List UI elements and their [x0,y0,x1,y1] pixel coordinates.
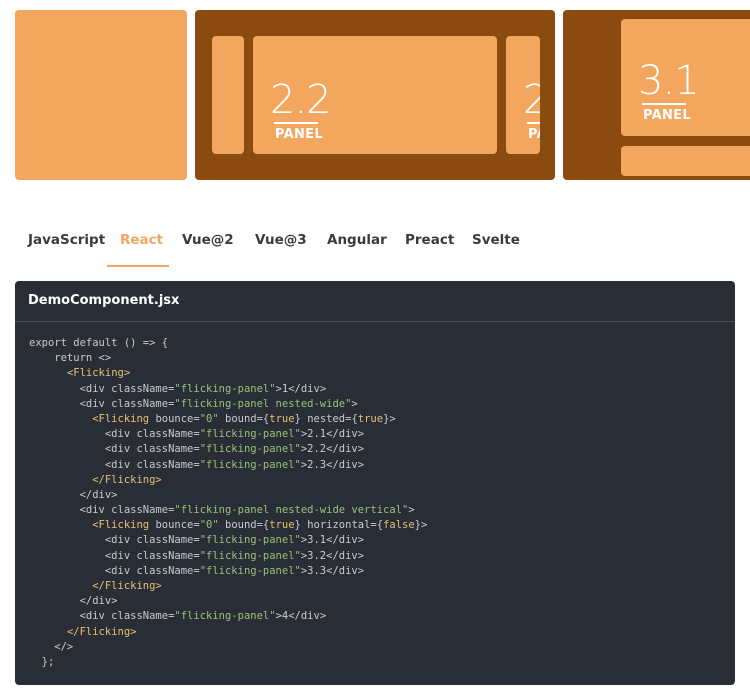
code-line: <div className="flicking-panel nested-wi… [29,504,415,517]
flicking-demo[interactable]: 2.2 PANEL 2.3 PANEL 3.1 PANEL [0,0,750,190]
code-line: <div className="flicking-panel">2.3</div… [29,458,365,471]
tab-preact[interactable]: Preact [405,215,454,265]
flicking-panel-2-3[interactable]: 2.3 PANEL [506,36,540,154]
code-line: </div> [29,488,118,501]
panel-divider [642,103,686,105]
tab-vue2[interactable]: Vue@2 [182,215,234,265]
code-line: <Flicking> [66,367,131,380]
panel-number: 2.3 [523,77,540,123]
tab-angular[interactable]: Angular [327,215,387,265]
flicking-panel-3-1[interactable]: 3.1 PANEL [621,19,750,136]
active-tab-indicator [107,265,169,267]
code-body[interactable]: export default () => { return <> <Flicki… [29,336,427,670]
code-line: <Flicking bounce="0" bound={true} nested… [92,412,396,425]
tab-react[interactable]: React [120,215,163,265]
flicking-panel-nested-wide-vertical[interactable]: 3.1 PANEL [563,10,750,180]
flicking-panel-1[interactable] [15,10,187,180]
code-line: </Flicking> [92,580,162,592]
tab-svelte[interactable]: Svelte [472,215,520,265]
panel-label: PANEL [528,127,540,142]
flicking-panel-2-1[interactable] [212,36,244,154]
panel-label: PANEL [643,108,691,123]
code-line: </Flicking> [66,625,137,638]
code-line: return <> [29,352,112,365]
code-filename: DemoComponent.jsx [28,293,180,308]
panel-divider [274,122,318,124]
code-line: <div className="flicking-panel">2.2</div… [29,443,365,456]
code-line: </div> [29,595,118,608]
code-line: <div className="flicking-panel">3.2</div… [29,549,365,562]
code-line: <div className="flicking-panel">4</div> [29,610,327,623]
panel-divider [527,122,540,124]
code-header-divider [15,321,735,322]
code-line: <div className="flicking-panel">3.3</div… [29,564,365,577]
code-line: </> [29,640,74,653]
tab-javascript[interactable]: JavaScript [28,215,105,265]
code-line: <div className="flicking-panel">1</div> [29,382,327,395]
flicking-panel-2-2[interactable]: 2.2 PANEL [253,36,497,154]
tab-vue3[interactable]: Vue@3 [255,215,307,265]
code-line: <Flicking bounce="0" bound={true} horizo… [92,519,428,532]
code-line: <div className="flicking-panel">2.1</div… [29,428,365,441]
panel-label: PANEL [275,127,323,142]
code-block: DemoComponent.jsx export default () => {… [15,281,735,685]
panel-number: 2.2 [270,77,332,123]
code-line: <div className="flicking-panel">3.1</div… [29,534,365,547]
code-line: }; [29,655,55,668]
code-line: <div className="flicking-panel nested-wi… [29,397,358,410]
code-line: </Flicking> [92,473,162,486]
code-line: export default () => { [29,337,169,349]
flicking-panel-nested-wide[interactable]: 2.2 PANEL 2.3 PANEL [195,10,555,180]
framework-tabs: JavaScript React Vue@2 Vue@3 Angular Pre… [15,215,735,269]
panel-number: 3.1 [638,58,700,104]
flicking-panel-3-2[interactable] [621,146,750,176]
